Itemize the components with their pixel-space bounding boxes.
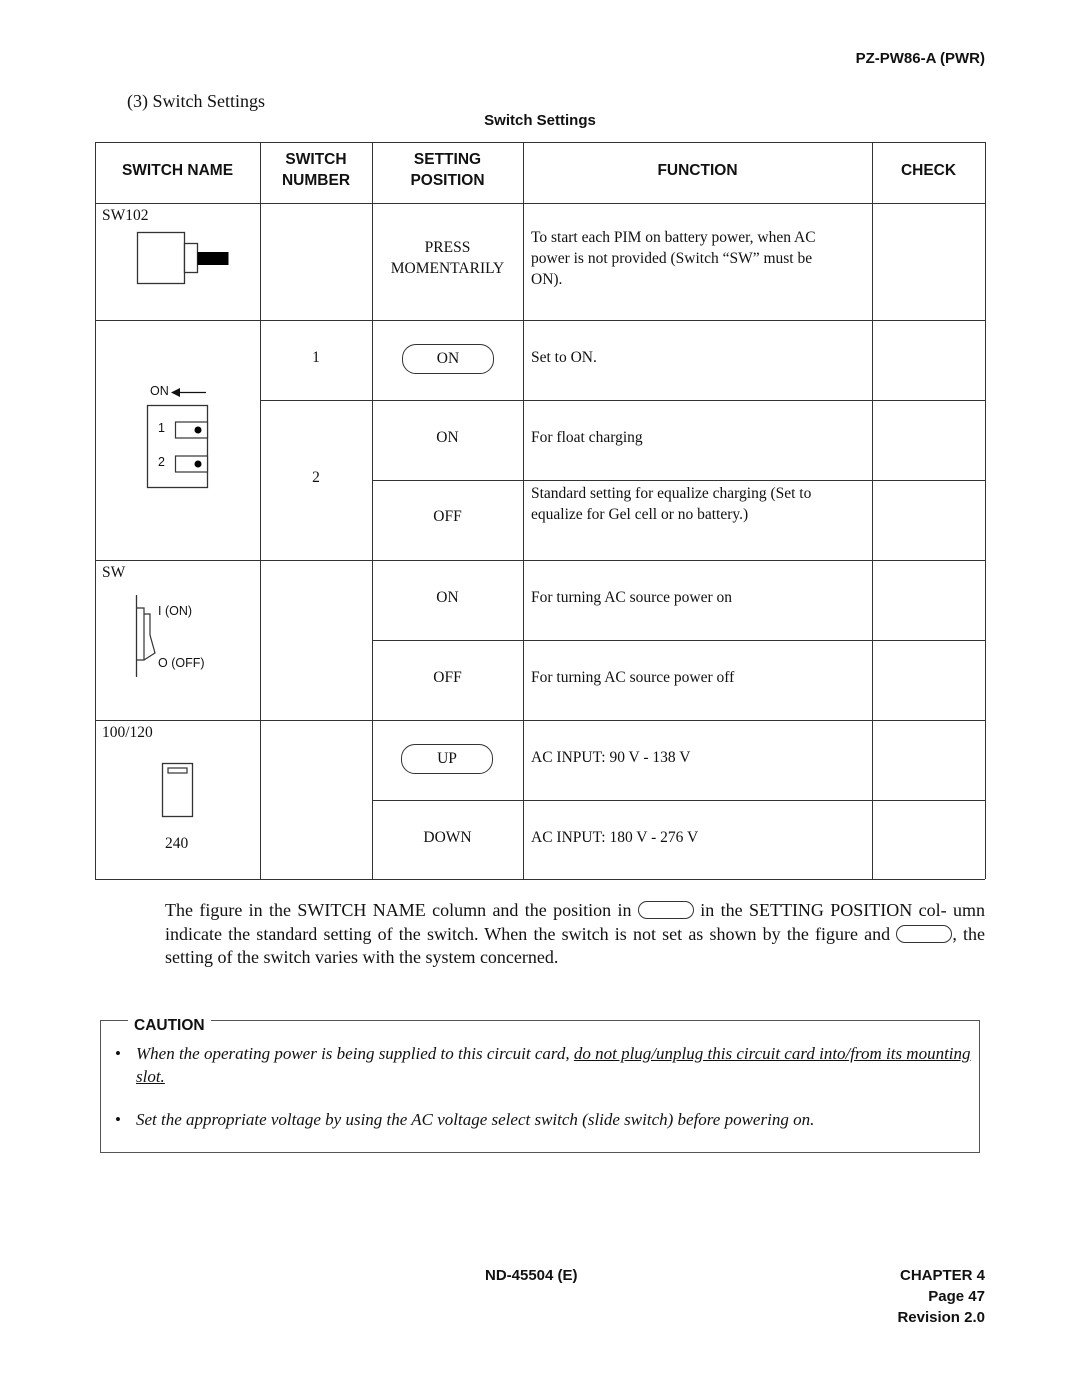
- setting-on: ON: [436, 429, 459, 446]
- setting-standard-up: UP: [401, 744, 493, 774]
- switch-name-sw: SW: [102, 564, 126, 581]
- function-line: To start each PIM on battery power, when…: [531, 229, 816, 246]
- caution-text-plain: When the operating power is being suppli…: [136, 1044, 574, 1063]
- function-line: ON).: [531, 271, 563, 288]
- check-cell[interactable]: [873, 561, 984, 639]
- setting-line: MOMENTARILY: [390, 260, 505, 277]
- footer-page: Page 47: [928, 1288, 985, 1305]
- caution-text: Set the appropriate voltage by using the…: [136, 1108, 985, 1131]
- rocker-switch-icon: [135, 595, 156, 677]
- row-divider: [95, 320, 985, 321]
- standard-setting-note: The figure in the SWITCH NAME column and…: [165, 899, 985, 970]
- column-header-check: CHECK: [900, 162, 957, 179]
- header-line: SETTING: [413, 151, 482, 168]
- bullet-icon: •: [115, 1044, 121, 1063]
- switch-name-sw102: SW102: [102, 207, 149, 224]
- switch-name-100-120: 100/120: [102, 724, 153, 741]
- push-button-switch-icon: [136, 231, 229, 285]
- check-cell[interactable]: [873, 721, 984, 799]
- function-ac-input-high: AC INPUT: 180 V - 276 V: [531, 829, 699, 846]
- document-id: PZ-PW86-A (PWR): [855, 50, 985, 67]
- footer-chapter: CHAPTER 4: [899, 1267, 985, 1284]
- table-border-bottom: [95, 879, 985, 880]
- caution-item: • When the operating power is being supp…: [115, 1042, 985, 1088]
- function-ac-input-low: AC INPUT: 90 V - 138 V: [531, 749, 691, 766]
- function-ac-power-off: For turning AC source power off: [531, 669, 735, 686]
- check-cell[interactable]: [873, 204, 984, 319]
- check-cell[interactable]: [873, 321, 984, 399]
- caution-item: • Set the appropriate voltage by using t…: [115, 1108, 985, 1131]
- function-line: Standard setting for equalize charging (…: [531, 485, 812, 502]
- row-divider: [95, 560, 985, 561]
- row-divider: [95, 720, 985, 721]
- dip-position-1-label: 1: [158, 421, 165, 435]
- function-ac-power-on: For turning AC source power on: [531, 589, 733, 606]
- slide-switch-icon: [161, 762, 194, 818]
- caution-label: CAUTION: [128, 1017, 211, 1035]
- check-cell[interactable]: [873, 801, 984, 878]
- setting-line: PRESS: [424, 239, 471, 256]
- note-text: The figure in the SWITCH NAME column and…: [165, 900, 638, 920]
- column-divider: [523, 142, 524, 879]
- switch-name-240: 240: [165, 835, 189, 852]
- function-float-charging: For float charging: [531, 429, 643, 446]
- column-header-switch-name: SWITCH NAME: [121, 162, 234, 179]
- rounded-frame-icon: [637, 901, 694, 919]
- column-divider: [260, 142, 261, 879]
- function-equalize-charging: Standard setting for equalize charging (…: [531, 483, 811, 525]
- check-cell[interactable]: [873, 641, 984, 719]
- table-border-top: [95, 142, 985, 143]
- switch-number-2: 2: [312, 469, 320, 486]
- dip-switch-icon: [146, 404, 209, 489]
- arrow-left-icon: [171, 388, 206, 397]
- dip-position-2-label: 2: [158, 455, 165, 469]
- column-header-setting-position: SETTING POSITION: [372, 149, 523, 191]
- footer-revision: Revision 2.0: [897, 1309, 985, 1326]
- function-line: power is not provided (Switch “SW” must …: [531, 250, 813, 267]
- footer-document-number: ND-45504 (E): [485, 1267, 578, 1284]
- setting-off: OFF: [433, 508, 462, 525]
- caution-text-plain: Set the appropriate voltage by using the…: [136, 1110, 815, 1129]
- function-sw102: To start each PIM on battery power, when…: [531, 227, 816, 290]
- rocker-off-label: O (OFF): [158, 656, 205, 670]
- check-cell[interactable]: [873, 481, 984, 559]
- header-line: POSITION: [410, 172, 485, 189]
- table-border-right: [985, 142, 986, 879]
- header-divider: [95, 203, 985, 204]
- header-line: SWITCH: [285, 151, 347, 168]
- switch-number-1: 1: [312, 349, 320, 366]
- setting-standard-on: ON: [402, 344, 494, 374]
- bullet-icon: •: [115, 1110, 121, 1129]
- rocker-on-label: I (ON): [158, 604, 193, 618]
- section-heading: (3) Switch Settings: [127, 91, 265, 111]
- check-cell[interactable]: [873, 401, 984, 479]
- setting-on: ON: [436, 589, 459, 606]
- setting-off: OFF: [433, 669, 462, 686]
- table-border-left: [95, 142, 96, 879]
- setting-down: DOWN: [423, 829, 472, 846]
- dip-on-label: ON: [150, 384, 169, 398]
- function-set-to-on: Set to ON.: [531, 349, 597, 366]
- header-line: NUMBER: [281, 172, 351, 189]
- caution-text: When the operating power is being suppli…: [136, 1042, 985, 1088]
- function-line: equalize for Gel cell or no battery.): [531, 506, 749, 523]
- setting-press-momentarily: PRESS MOMENTARILY: [372, 237, 523, 279]
- rounded-frame-icon: [896, 924, 953, 943]
- column-header-switch-number: SWITCH NUMBER: [260, 149, 372, 191]
- column-header-function: FUNCTION: [657, 162, 738, 179]
- table-caption: Switch Settings: [484, 112, 596, 129]
